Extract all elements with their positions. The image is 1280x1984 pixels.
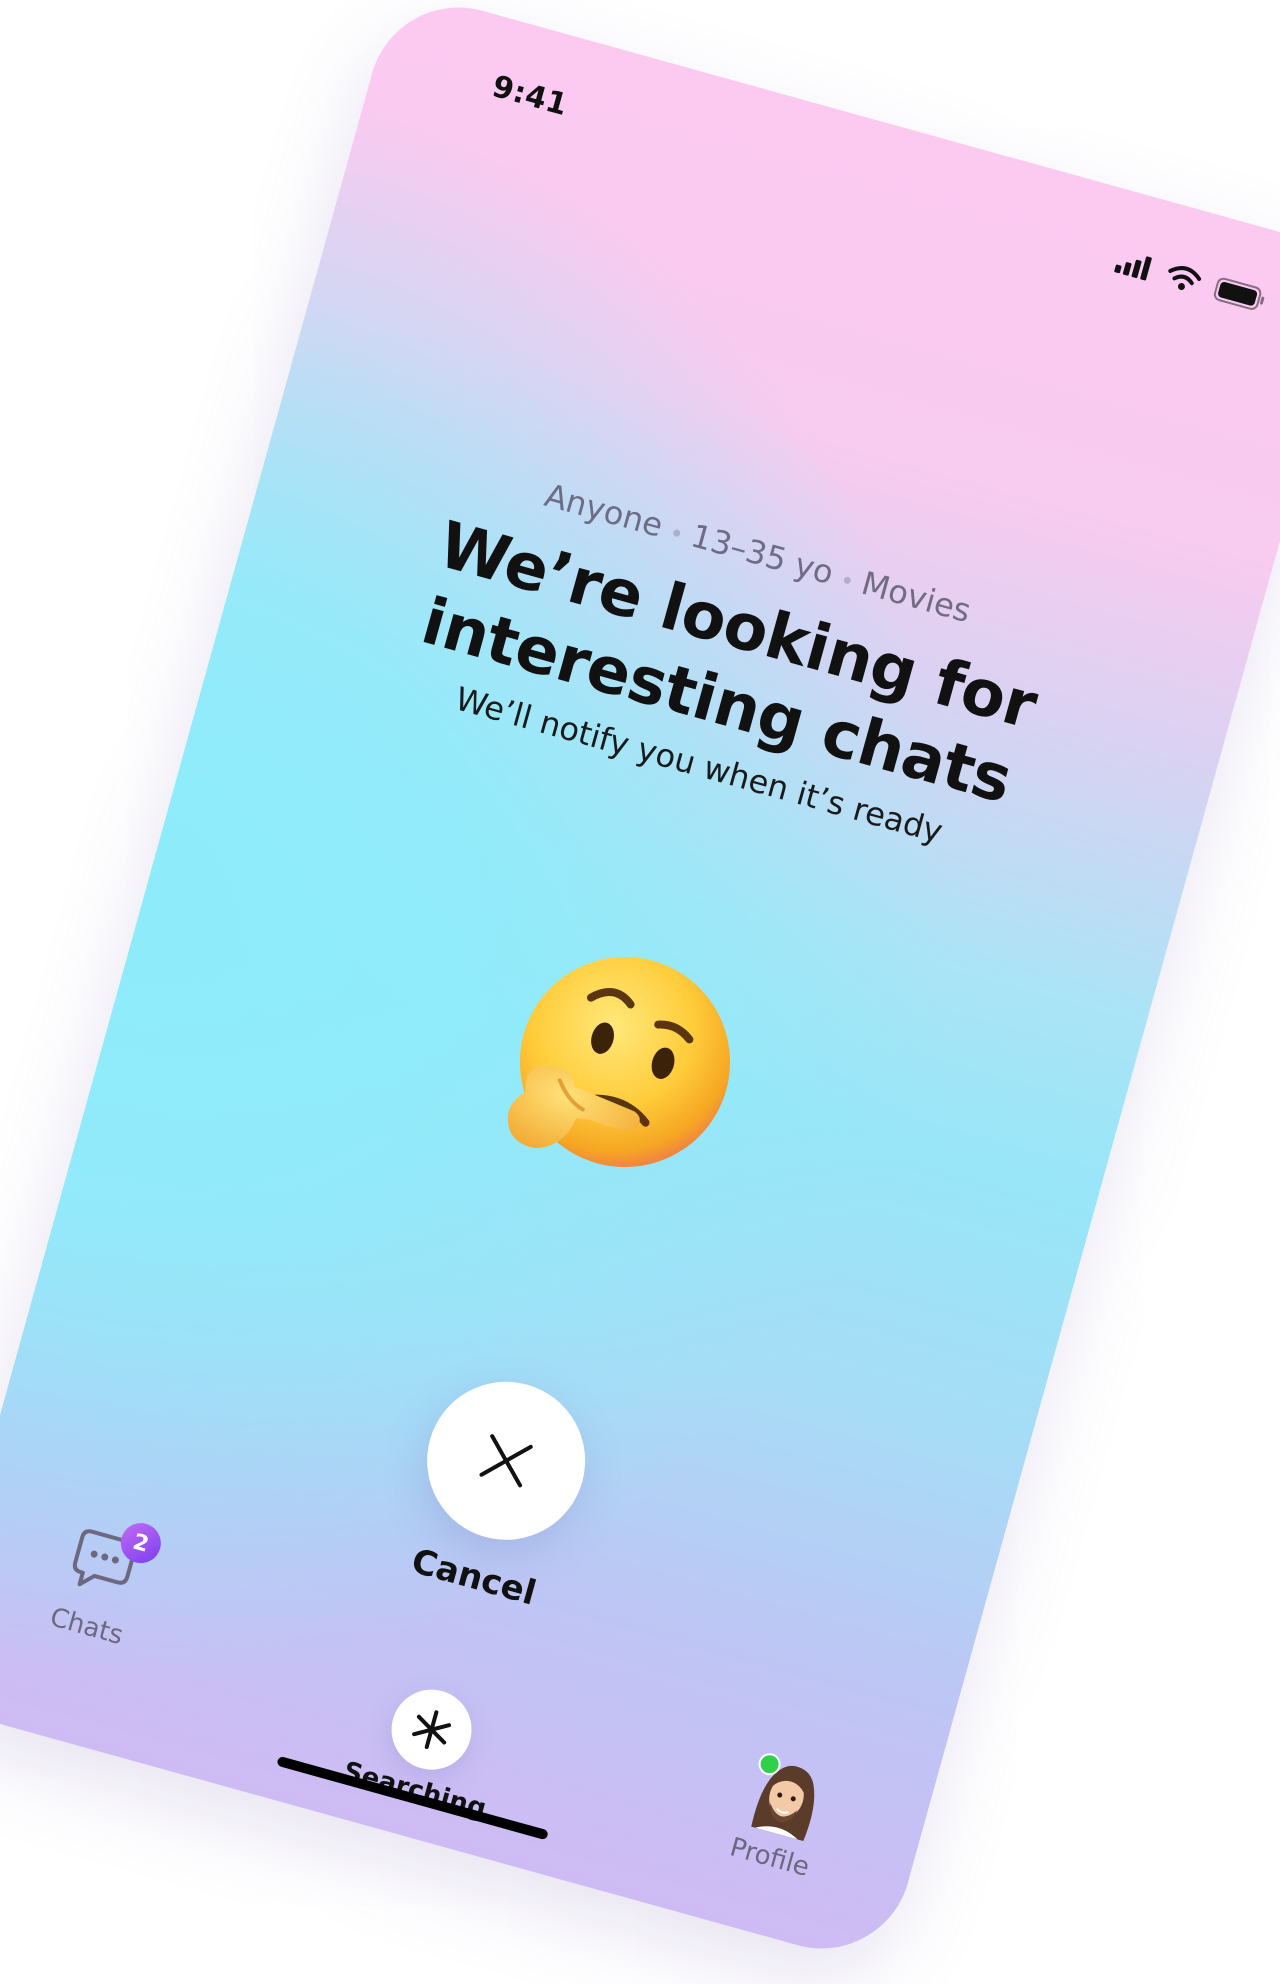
filter-gender: Anyone [540, 475, 668, 545]
profile-icon-box [737, 1748, 835, 1846]
tab-bar: 2 Chats Searching Profile [0, 1490, 943, 1911]
chats-icon-box: 2 [54, 1517, 166, 1615]
asterisk-icon [412, 1710, 451, 1749]
searching-icon-circle [382, 1680, 481, 1779]
separator-dot [842, 575, 852, 585]
thinking-face-emoji [468, 917, 763, 1212]
avatar [751, 1765, 815, 1842]
filter-topic: Movies [857, 563, 976, 631]
stage: 9:41 Anyone13–35 yoMovies We’re looking … [0, 0, 1280, 1984]
status-icons [1114, 248, 1269, 314]
phone-screen: 9:41 Anyone13–35 yoMovies We’re looking … [0, 0, 1280, 1970]
status-time: 9:41 [488, 68, 572, 124]
cancel-button[interactable] [408, 1363, 604, 1559]
thinking-face-illustration [507, 957, 730, 1168]
separator-dot [672, 528, 681, 537]
close-icon [479, 1434, 533, 1488]
cellular-signal-icon [1114, 256, 1152, 281]
battery-icon [1213, 277, 1265, 310]
tab-chats[interactable]: 2 Chats [0, 1501, 210, 1668]
tab-profile[interactable]: Profile [669, 1732, 893, 1899]
wifi-icon [1168, 266, 1202, 291]
